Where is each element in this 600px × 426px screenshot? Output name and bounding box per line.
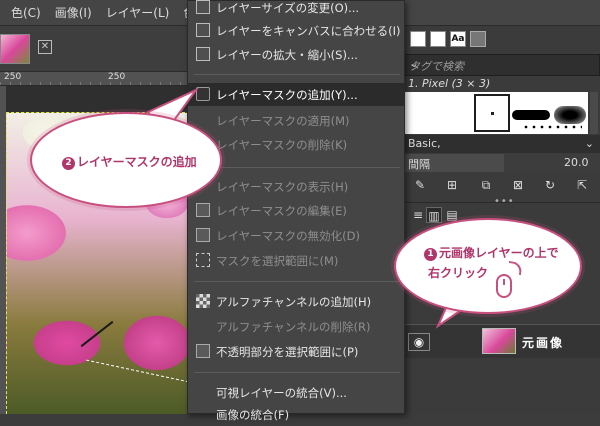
callout-step1-label: 元画像レイヤーの上で <box>439 246 559 260</box>
callout-tails <box>146 87 479 329</box>
callout-step2-label: レイヤーマスクの追加 <box>77 155 197 169</box>
step-number-2: 2 <box>62 157 75 170</box>
mouse-icon <box>496 274 512 298</box>
step-number-1: 1 <box>424 248 437 261</box>
callout-step1-line2: 右クリック <box>428 266 489 280</box>
callout-step2-text: 2 レイヤーマスクの追加 <box>62 153 197 170</box>
callout-step1-line1: 1 元画像レイヤーの上で <box>424 244 559 261</box>
